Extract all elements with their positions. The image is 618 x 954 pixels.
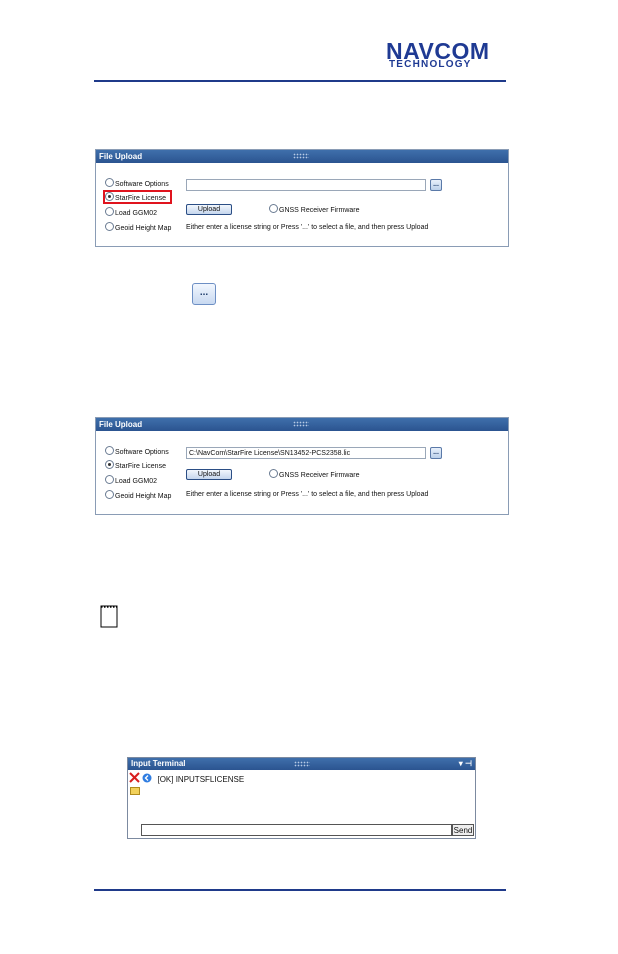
panel-titlebar: File Upload (96, 418, 508, 431)
upload-hint: Either enter a license string or Press '… (186, 491, 429, 498)
logo-subname: TECHNOLOGY (389, 59, 472, 70)
radio-gnss-receiver-firmware[interactable]: GNSS Receiver Firmware (269, 469, 360, 480)
radio-gnss-receiver-firmware[interactable]: GNSS Receiver Firmware (269, 204, 360, 215)
command-input[interactable] (141, 824, 452, 836)
open-folder-icon[interactable] (130, 787, 140, 795)
license-path-input[interactable]: C:\NavCom\StarFire License\SN13452-PCS23… (186, 447, 426, 459)
clear-icon[interactable] (129, 772, 140, 783)
back-arrow-icon[interactable] (142, 773, 152, 783)
upload-button[interactable]: Upload (186, 469, 232, 480)
radio-icon (105, 475, 114, 484)
upload-hint: Either enter a license string or Press '… (186, 224, 429, 231)
file-upload-panel-2: File Upload Software Options StarFire Li… (95, 417, 509, 515)
browse-button-illustration: ... (192, 283, 216, 305)
terminal-title: Input Terminal (131, 759, 186, 768)
terminal-output-line: [OK] INPUTSFLICENSE (128, 772, 244, 784)
radio-icon (269, 204, 278, 213)
radio-load-ggm02[interactable]: Load GGM02 (105, 207, 157, 218)
license-path-input[interactable] (186, 179, 426, 191)
header-rule (94, 80, 506, 82)
browse-button[interactable]: ... (430, 447, 442, 459)
radio-geoid-height-map[interactable]: Geoid Height Map (105, 490, 171, 501)
drag-grip-icon[interactable] (293, 153, 309, 159)
terminal-controls: ▾ ⊣ (459, 759, 472, 769)
terminal-response: [OK] INPUTSFLICENSE (157, 775, 245, 784)
panel-title: File Upload (99, 152, 143, 161)
panel-title: File Upload (99, 420, 143, 429)
radio-icon (105, 178, 114, 187)
panel-titlebar: File Upload (96, 150, 508, 163)
starfire-license-highlight (103, 190, 172, 204)
radio-software-options[interactable]: Software Options (105, 446, 169, 457)
dropdown-icon[interactable]: ▾ (459, 759, 463, 768)
footer-rule (94, 889, 506, 891)
radio-icon (105, 490, 114, 499)
upload-button[interactable]: Upload (186, 204, 232, 215)
note-icon (100, 605, 118, 628)
terminal-titlebar: Input Terminal ▾ ⊣ (128, 758, 475, 770)
radio-icon (105, 207, 114, 216)
radio-icon (105, 222, 114, 231)
radio-selected-icon (105, 460, 114, 469)
browse-button[interactable]: ... (430, 179, 442, 191)
radio-starfire-license[interactable]: StarFire License (105, 460, 166, 471)
input-terminal: Input Terminal ▾ ⊣ [OK] INPUTSFLICENSE S… (127, 757, 476, 839)
radio-geoid-height-map[interactable]: Geoid Height Map (105, 222, 171, 233)
radio-load-ggm02[interactable]: Load GGM02 (105, 475, 157, 486)
radio-icon (105, 446, 114, 455)
radio-icon (269, 469, 278, 478)
radio-software-options[interactable]: Software Options (105, 178, 169, 189)
drag-grip-icon[interactable] (293, 421, 309, 427)
pin-icon[interactable]: ⊣ (465, 759, 472, 768)
drag-grip-icon[interactable] (294, 761, 310, 767)
navcom-logo: NAVCOM TECHNOLOGY (386, 40, 508, 70)
send-button[interactable]: Send (452, 824, 474, 836)
